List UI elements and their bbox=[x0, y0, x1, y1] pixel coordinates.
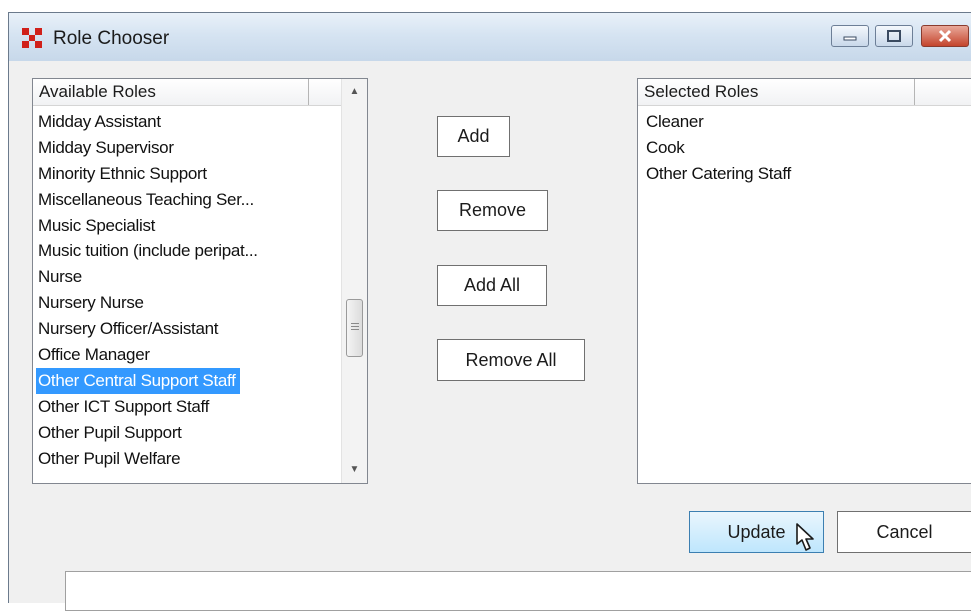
scroll-up-icon[interactable]: ▲ bbox=[342, 81, 367, 103]
available-roles-items: Midday Assistant Midday Supervisor Minor… bbox=[36, 109, 262, 471]
remove-all-button[interactable]: Remove All bbox=[437, 339, 585, 381]
available-roles-header: Available Roles bbox=[33, 79, 342, 106]
vertical-scrollbar[interactable]: ▲ ▼ bbox=[341, 79, 367, 483]
list-item-selected[interactable]: Other Central Support Staff bbox=[36, 367, 240, 394]
selected-roles-header: Selected Roles bbox=[638, 79, 971, 106]
close-button[interactable] bbox=[921, 25, 969, 47]
list-item[interactable]: Other Pupil Welfare bbox=[36, 446, 262, 472]
role-chooser-window: Role Chooser Available Roles Midday Assi… bbox=[8, 12, 971, 611]
status-field bbox=[65, 571, 971, 611]
list-item[interactable]: Miscellaneous Teaching Ser... bbox=[36, 187, 262, 213]
minimize-button[interactable] bbox=[831, 25, 869, 47]
minimize-icon bbox=[843, 36, 857, 41]
selected-roles-list[interactable]: Selected Roles Cleaner Cook Other Cateri… bbox=[637, 78, 971, 484]
app-icon bbox=[22, 28, 42, 48]
title-bar[interactable]: Role Chooser bbox=[9, 13, 971, 61]
scroll-down-icon[interactable]: ▼ bbox=[342, 459, 367, 481]
maximize-icon bbox=[887, 30, 901, 42]
remove-button[interactable]: Remove bbox=[437, 190, 548, 231]
list-item[interactable]: Music Specialist bbox=[36, 213, 262, 239]
available-roles-list[interactable]: Available Roles Midday Assistant Midday … bbox=[32, 78, 368, 484]
list-item[interactable]: Office Manager bbox=[36, 342, 262, 368]
list-item[interactable]: Midday Supervisor bbox=[36, 135, 262, 161]
grip-icon bbox=[351, 323, 359, 324]
close-icon bbox=[938, 29, 952, 43]
list-item[interactable]: Nursery Nurse bbox=[36, 290, 262, 316]
mouse-pointer-icon bbox=[796, 523, 814, 551]
selected-roles-column-header[interactable]: Selected Roles bbox=[638, 79, 915, 105]
scroll-thumb[interactable] bbox=[346, 299, 363, 357]
list-item[interactable]: Midday Assistant bbox=[36, 109, 262, 135]
list-item[interactable]: Cleaner bbox=[644, 109, 795, 135]
add-all-button[interactable]: Add All bbox=[437, 265, 547, 306]
list-item[interactable]: Nursery Officer/Assistant bbox=[36, 316, 262, 342]
add-button[interactable]: Add bbox=[437, 116, 510, 157]
maximize-button[interactable] bbox=[875, 25, 913, 47]
available-roles-column-header[interactable]: Available Roles bbox=[33, 79, 309, 105]
list-item[interactable]: Other ICT Support Staff bbox=[36, 394, 262, 420]
cancel-button[interactable]: Cancel bbox=[837, 511, 971, 553]
empty-column-header[interactable] bbox=[915, 79, 971, 105]
list-item[interactable]: Cook bbox=[644, 135, 795, 161]
list-item[interactable]: Other Pupil Support bbox=[36, 420, 262, 446]
list-item[interactable]: Music tuition (include peripat... bbox=[36, 238, 262, 264]
empty-column-header[interactable] bbox=[309, 79, 342, 105]
selected-roles-items: Cleaner Cook Other Catering Staff bbox=[644, 109, 795, 187]
list-item[interactable]: Nurse bbox=[36, 264, 262, 290]
window-title: Role Chooser bbox=[53, 28, 170, 49]
list-item[interactable]: Other Catering Staff bbox=[644, 161, 795, 187]
list-item[interactable]: Minority Ethnic Support bbox=[36, 161, 262, 187]
